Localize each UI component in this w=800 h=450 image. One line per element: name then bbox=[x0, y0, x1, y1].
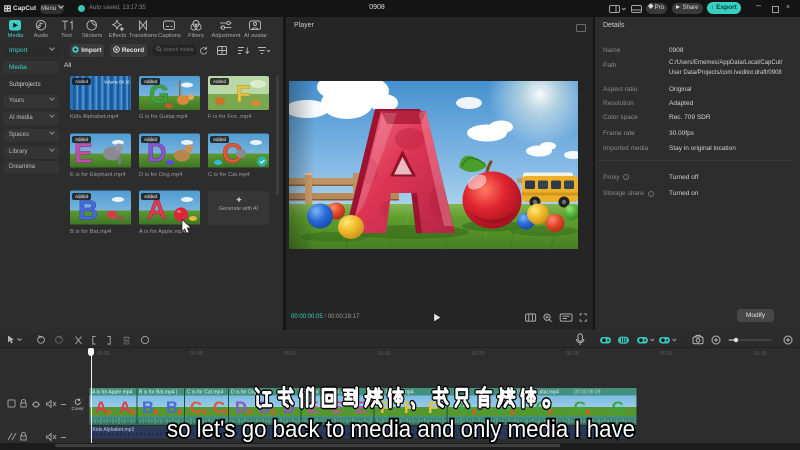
svg-text:F: F bbox=[236, 81, 251, 108]
svg-text:so let's go back to media and: so let's go back to media and only media… bbox=[167, 416, 635, 443]
svg-text:Volume 08 16: Volume 08 16 bbox=[104, 80, 130, 85]
